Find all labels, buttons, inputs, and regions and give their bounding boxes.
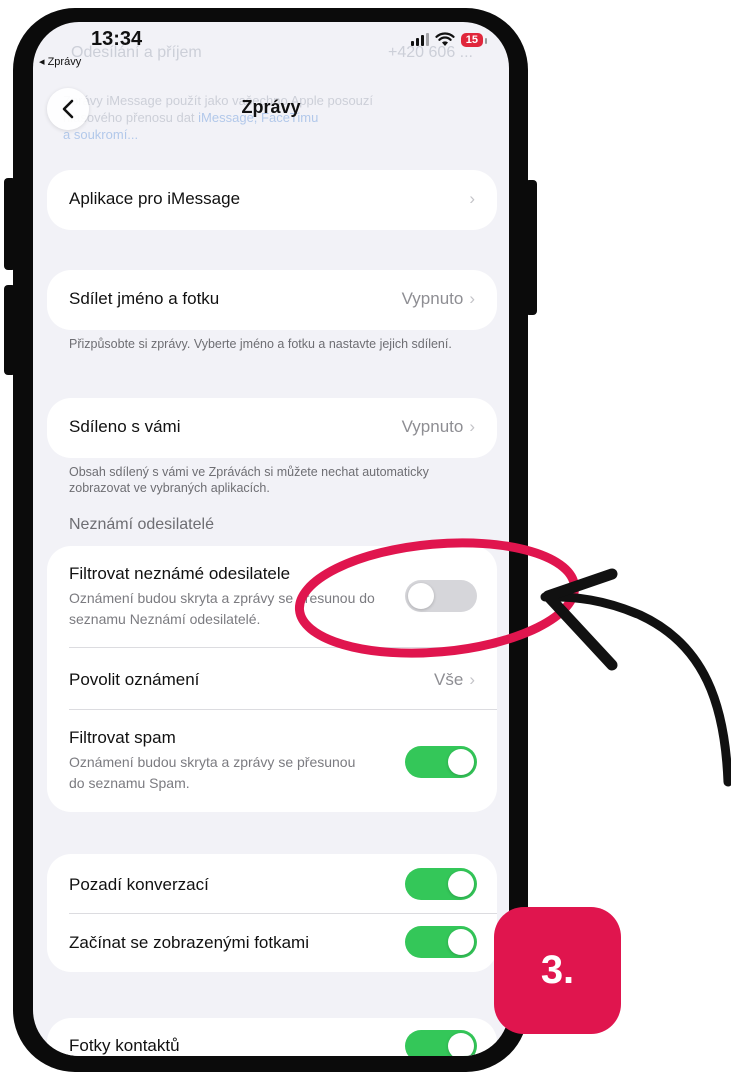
highlight-ellipse xyxy=(294,538,580,658)
annotation-overlay xyxy=(294,538,731,787)
step-number-badge: 3. xyxy=(494,907,621,1034)
